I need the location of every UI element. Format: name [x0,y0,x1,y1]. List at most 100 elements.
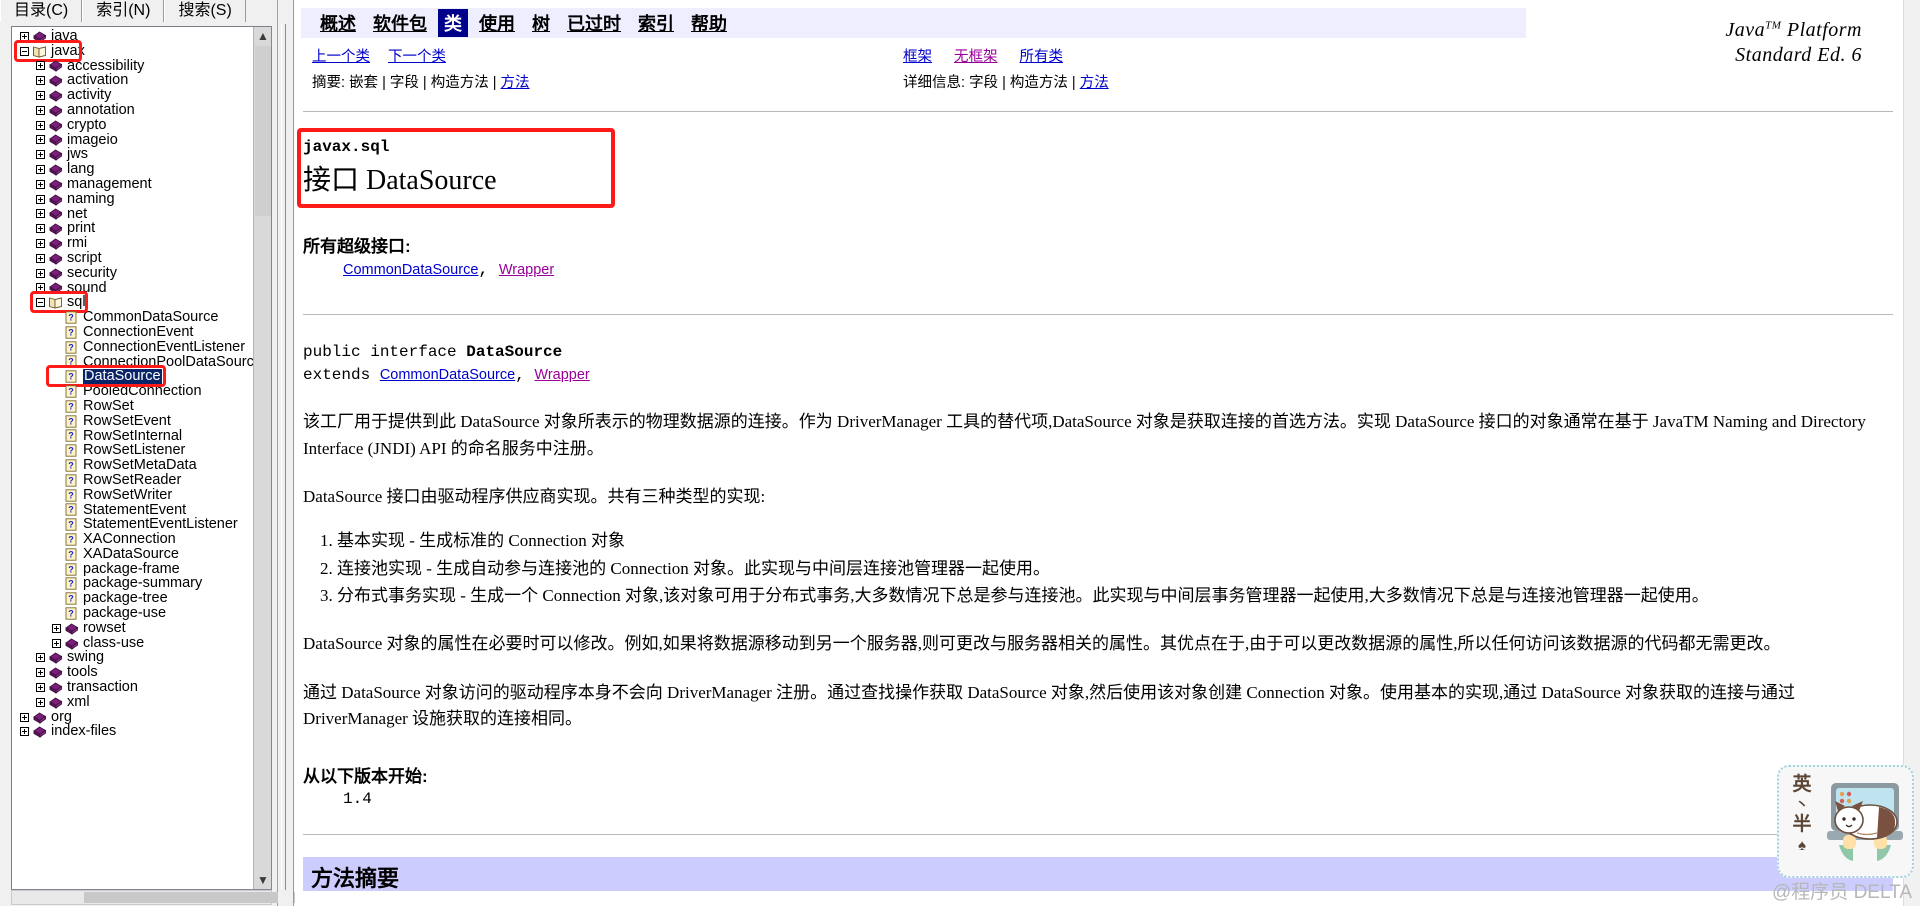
javadoc-navbar[interactable]: 概述 软件包类使用树已过时 索引 帮助 [301,8,1526,38]
tree-node-net[interactable]: net [16,206,253,222]
tree-node-java[interactable]: java [16,29,253,44]
tree-node-xml[interactable]: xml [16,695,253,710]
tree-node-commondatasource[interactable]: ? CommonDataSource [16,310,253,325]
frame-link-0[interactable]: 框架 [903,45,932,66]
tree-node-security[interactable]: security [16,265,253,281]
extends-link-1[interactable]: Wrapper [534,367,589,383]
collapse-icon[interactable] [36,298,45,308]
navbar-item-4[interactable]: 树 [526,9,556,37]
tree-node-transaction[interactable]: transaction [16,680,253,695]
tree-node-crypto[interactable]: crypto [16,117,253,133]
class-nav-link-1[interactable]: 下一个类 [388,45,446,66]
scrollbar-thumb[interactable] [255,46,271,216]
expand-icon[interactable] [36,179,45,189]
tree-node-xadatasource[interactable]: ? XADataSource [16,547,253,562]
tree-node-org[interactable]: org [16,709,253,725]
tree-node-activity[interactable]: activity [16,88,253,103]
tree-node-package-summary[interactable]: ? package-summary [16,576,253,591]
tree-node-script[interactable]: script [16,251,253,266]
expand-icon[interactable] [20,712,29,722]
tree-node-rowsetreader[interactable]: ? RowSetReader [16,473,253,488]
expand-icon[interactable] [20,727,29,737]
tree-node-sql[interactable]: sql [16,295,253,310]
expand-icon[interactable] [36,209,45,219]
tree-node-rowsetwriter[interactable]: ? RowSetWriter [16,487,253,503]
tree-node-xaconnection[interactable]: ? XAConnection [16,532,253,547]
frame-link-1[interactable]: 无框架 [954,45,998,66]
tree-node-lang[interactable]: lang [16,162,253,177]
superinterface-link-0[interactable]: CommonDataSource [343,262,478,278]
expand-icon[interactable] [36,135,45,145]
tree-node-swing[interactable]: swing [16,650,253,665]
tree-node-management[interactable]: management [16,177,253,192]
expand-icon[interactable] [52,623,61,633]
expand-icon[interactable] [36,283,45,293]
tree-node-print[interactable]: print [16,221,253,236]
summary-item-3[interactable]: 方法 [501,75,530,91]
tree-node-package-use[interactable]: ? package-use [16,606,253,621]
tree-scroll-viewport[interactable]: java javax accessibility activation activity… [12,27,253,889]
declaration-extends-list[interactable]: CommonDataSource, Wrapper [380,366,590,384]
divider-grip[interactable] [281,24,287,890]
tree-node-connectioneventlistener[interactable]: ? ConnectionEventListener [16,339,253,355]
expand-icon[interactable] [52,638,61,648]
expand-icon[interactable] [36,120,45,130]
expand-icon[interactable] [36,165,45,175]
tree-node-imageio[interactable]: imageio [16,132,253,148]
tree-node-connectionevent[interactable]: ? ConnectionEvent [16,325,253,340]
tree-node-rowsetinternal[interactable]: ? RowSetInternal [16,428,253,444]
tree-node-datasource[interactable]: ? DataSource [16,369,253,385]
tree-node-annotation[interactable]: annotation [16,103,253,118]
tree-node-package-frame[interactable]: ? package-frame [16,561,253,577]
frames-links[interactable]: 框架 无框架 所有类 [903,45,1063,66]
tree-node-rowset[interactable]: rowset [16,621,253,636]
expand-icon[interactable] [36,253,45,263]
expand-icon[interactable] [36,239,45,249]
tree-node-javax[interactable]: javax [16,43,253,59]
detail-links[interactable]: 详细信息: 字段 | 构造方法 | 方法 [903,71,1109,92]
tree-node-rmi[interactable]: rmi [16,236,253,251]
navbar-item-3[interactable]: 使用 [473,9,521,37]
tree-node-rowsetlistener[interactable]: ? RowSetListener [16,443,253,458]
pane-divider[interactable] [278,0,294,906]
scroll-up-icon[interactable]: ▲ [254,27,271,45]
expand-icon[interactable] [20,31,29,41]
expand-icon[interactable] [36,653,45,663]
tree-node-statementevent[interactable]: ? StatementEvent [16,502,253,518]
expand-icon[interactable] [36,150,45,160]
tree-node-rowset[interactable]: ? RowSet [16,399,253,414]
summary-links[interactable]: 摘要: 嵌套 | 字段 | 构造方法 | 方法 [312,71,530,92]
expand-icon[interactable] [36,224,45,234]
help-tab-0[interactable]: 目录(C) [0,0,83,22]
scroll-down-icon[interactable]: ▼ [254,871,271,889]
tree-node-jws[interactable]: jws [16,147,253,162]
expand-icon[interactable] [36,268,45,278]
package-tree[interactable]: java javax accessibility activation activity… [12,27,253,739]
navbar-item-5[interactable]: 已过时 [561,9,627,37]
collapse-icon[interactable] [20,46,29,56]
tree-vertical-scrollbar[interactable]: ▲ ▼ [253,27,271,889]
navbar-item-2[interactable]: 类 [438,9,468,37]
tree-node-accessibility[interactable]: accessibility [16,58,253,74]
class-nav-link-0[interactable]: 上一个类 [312,45,370,66]
navbar-item-6[interactable]: 索引 [632,9,680,37]
tree-node-connectionpooldatasource[interactable]: ? ConnectionPoolDataSource [16,354,253,370]
navbar-item-0[interactable]: 概述 [314,9,362,37]
expand-icon[interactable] [36,91,45,101]
tree-node-naming[interactable]: naming [16,191,253,207]
superinterfaces-list[interactable]: CommonDataSource, Wrapper [343,261,1920,280]
expand-icon[interactable] [36,194,45,204]
navbar-item-7[interactable]: 帮助 [685,9,733,37]
expand-icon[interactable] [36,105,45,115]
extends-link-0[interactable]: CommonDataSource [380,367,515,383]
tree-node-index-files[interactable]: index-files [16,724,253,739]
help-tab-1[interactable]: 索引(N) [82,0,165,22]
tree-node-tools[interactable]: tools [16,665,253,680]
frame-link-2[interactable]: 所有类 [1020,45,1064,66]
tree-node-sound[interactable]: sound [16,280,253,296]
prev-next-class-links[interactable]: 上一个类 下一个类 [312,45,446,66]
expand-icon[interactable] [36,76,45,86]
expand-icon[interactable] [36,668,45,678]
tree-node-statementeventlistener[interactable]: ? StatementEventListener [16,517,253,532]
tree-node-class-use[interactable]: class-use [16,635,253,651]
